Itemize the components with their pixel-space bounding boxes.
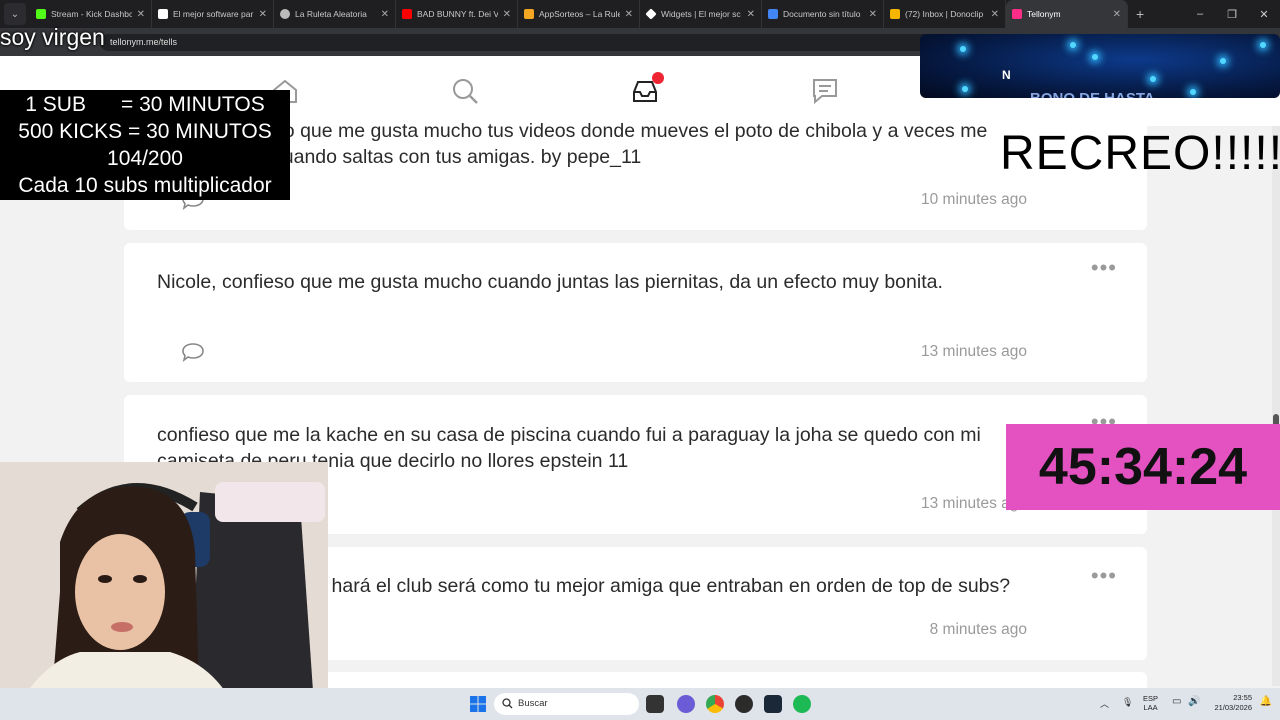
tab-title: Widgets | El mejor sc (661, 9, 741, 19)
youtube-favicon-icon (402, 9, 412, 19)
close-tab-icon[interactable]: ✕ (137, 9, 145, 20)
clock-date: 21/03/2026 (1214, 703, 1252, 712)
spark-icon (1092, 54, 1098, 60)
spark-icon (1150, 76, 1156, 82)
spark-icon (1070, 42, 1076, 48)
more-options-button[interactable]: ••• (1091, 257, 1117, 279)
windows-taskbar: Buscar ︿ 🎙 ESP LAA ▭ 🔊 23:55 21/03/2026 … (0, 688, 1280, 720)
close-tab-icon[interactable]: ✕ (503, 9, 511, 20)
tab-title: La Ruleta Aleatoria (295, 9, 367, 19)
soy-virgen-overlay: soy virgen (0, 24, 105, 50)
tab-youtube[interactable]: BAD BUNNY ft. Dei V ✕ (396, 0, 518, 28)
browser-tab-bar: ⌄ Stream - Kick Dashbc ✕ El mejor softwa… (0, 0, 1280, 28)
close-tab-icon[interactable]: ✕ (747, 9, 755, 20)
close-tab-icon[interactable]: ✕ (625, 9, 633, 20)
tab-docs[interactable]: Documento sin título ✕ (762, 0, 884, 28)
sub-goal-counter: 104/200 (107, 147, 183, 170)
notification-dot (652, 72, 664, 84)
tell-time: 8 minutes ago (929, 621, 1027, 638)
tell-time: 13 minutes ago (921, 343, 1027, 360)
search-placeholder: Buscar (518, 698, 548, 709)
search-icon (502, 698, 513, 709)
obs-icon[interactable] (735, 695, 753, 713)
tab-title: BAD BUNNY ft. Dei V (417, 9, 498, 19)
favicon-icon (890, 9, 900, 19)
subathon-rules-box: 1 SUB = 30 MINUTOS 500 KICKS = 30 MINUTO… (0, 90, 290, 200)
tab-title: AppSorteos – La Rule (539, 9, 620, 19)
steam-icon[interactable] (764, 695, 782, 713)
close-tab-icon[interactable]: ✕ (381, 9, 389, 20)
task-view-icon[interactable] (646, 695, 664, 713)
search-icon[interactable] (450, 76, 480, 106)
webcam-feed (0, 462, 328, 720)
favicon-icon (524, 9, 534, 19)
tab-widgets[interactable]: Widgets | El mejor sc ✕ (640, 0, 762, 28)
tab-search-button[interactable]: ⌄ (4, 3, 26, 25)
close-tab-icon[interactable]: ✕ (869, 9, 877, 20)
tab-title: Stream - Kick Dashbc (51, 9, 132, 19)
tray-chevron-icon[interactable]: ︿ (1100, 697, 1109, 710)
kick-favicon-icon (36, 9, 46, 19)
tab-appsorteos[interactable]: AppSorteos – La Rule ✕ (518, 0, 640, 28)
microphone-icon[interactable]: 🎙 (1122, 697, 1133, 708)
scrollbar[interactable] (1272, 126, 1280, 686)
rule-line: 1 SUB = 30 MINUTOS (25, 93, 265, 116)
favicon-icon (158, 9, 168, 19)
more-options-button[interactable]: ••• (1091, 565, 1117, 587)
chrome-icon[interactable] (706, 695, 724, 713)
new-tab-button[interactable]: + (1136, 6, 1144, 22)
tab-title: El mejor software par (173, 9, 254, 19)
tab-ruleta[interactable]: La Ruleta Aleatoria ✕ (274, 0, 396, 28)
docs-favicon-icon (768, 9, 778, 19)
spark-icon (1220, 58, 1226, 64)
rule-line: Cada 10 subs multiplicador (18, 174, 272, 197)
discord-icon[interactable] (677, 695, 695, 713)
tell-text: Nicole, confieso que me gusta mucho cuan… (157, 271, 943, 293)
maximize-button[interactable]: ❐ (1216, 0, 1248, 28)
notifications-icon[interactable]: 🔔 (1260, 696, 1272, 707)
tab-donoclip[interactable]: (72) Inbox | Donoclip ✕ (884, 0, 1006, 28)
close-tab-icon[interactable]: ✕ (259, 9, 267, 20)
minimize-button[interactable]: – (1184, 0, 1216, 28)
keyboard-layout: LAA (1143, 703, 1158, 712)
tell-card: Nicole, confieso que me gusta mucho cuan… (124, 243, 1147, 382)
tab-title: (72) Inbox | Donoclip (905, 9, 984, 19)
subathon-timer: 45:34:24 (1006, 424, 1280, 510)
taskbar-search[interactable]: Buscar (494, 693, 639, 715)
network-icon[interactable]: ▭ (1172, 696, 1181, 707)
bono-text: BONO DE HASTA (1030, 90, 1155, 98)
clock[interactable]: 23:55 21/03/2026 (1214, 693, 1252, 713)
spark-icon (960, 46, 966, 52)
bono-letter: N (1002, 68, 1011, 82)
webcam-scene (0, 462, 328, 720)
tellonym-favicon-icon (1012, 9, 1022, 19)
chat-icon[interactable] (810, 76, 840, 106)
language-code: ESP (1143, 694, 1159, 703)
close-tab-icon[interactable]: ✕ (991, 9, 999, 20)
clock-time: 23:55 (1233, 693, 1252, 702)
tab-software[interactable]: El mejor software par ✕ (152, 0, 274, 28)
spark-icon (1260, 42, 1266, 48)
tell-time: 10 minutes ago (921, 191, 1027, 208)
tab-tellonym[interactable]: Tellonym ✕ (1006, 0, 1128, 28)
comment-icon[interactable] (181, 342, 205, 362)
favicon-icon (280, 9, 290, 19)
rule-line: 500 KICKS = 30 MINUTOS (18, 120, 272, 143)
spark-icon (1190, 89, 1196, 95)
tab-title: Documento sin título (783, 9, 861, 19)
close-tab-icon[interactable]: ✕ (1113, 9, 1121, 20)
spotify-icon[interactable] (793, 695, 811, 713)
favicon-icon (645, 8, 657, 20)
close-window-button[interactable]: ✕ (1248, 0, 1280, 28)
recreo-overlay: RECREO!!!!! (1000, 127, 1280, 180)
spark-icon (962, 86, 968, 92)
bono-widget: N BONO DE HASTA (920, 34, 1280, 98)
volume-icon[interactable]: 🔊 (1188, 696, 1200, 707)
tab-title: Tellonym (1027, 9, 1061, 19)
windows-start-icon[interactable] (469, 695, 487, 713)
window-controls: – ❐ ✕ (1184, 0, 1280, 28)
language-indicator[interactable]: ESP LAA (1143, 694, 1158, 712)
